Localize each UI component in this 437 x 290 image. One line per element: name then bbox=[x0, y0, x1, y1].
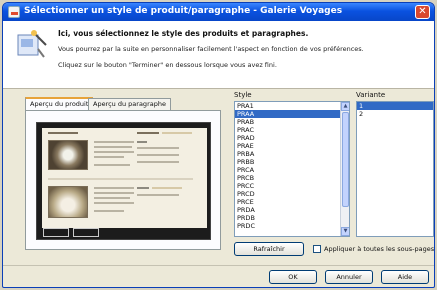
scroll-down-icon[interactable]: ▼ bbox=[341, 227, 349, 236]
style-list-item[interactable]: PRAB bbox=[235, 118, 349, 126]
style-list-item[interactable]: PRAD bbox=[235, 134, 349, 142]
variant-label: Variante bbox=[356, 91, 386, 99]
style-list-item[interactable]: PRBA bbox=[235, 150, 349, 158]
intro-line-1: Vous pourrez par la suite en personnalis… bbox=[58, 45, 364, 53]
style-scrollbar[interactable]: ▲ ▼ bbox=[340, 102, 349, 236]
tab-apercu-produit[interactable]: Aperçu du produit bbox=[25, 97, 94, 110]
variant-list-item[interactable]: 1 bbox=[357, 102, 433, 110]
style-list-item[interactable]: PRCA bbox=[235, 166, 349, 174]
variant-list-item[interactable]: 2 bbox=[357, 110, 433, 118]
apply-subpages-label: Appliquer à toutes les sous-pages bbox=[324, 245, 435, 253]
intro-title: Ici, vous sélectionnez le style des prod… bbox=[58, 29, 309, 38]
apply-subpages-checkbox[interactable] bbox=[313, 245, 321, 253]
variant-items: 12 bbox=[357, 102, 433, 118]
preview-panel bbox=[25, 110, 221, 250]
dialog-window: Sélectionner un style de produit/paragra… bbox=[2, 2, 435, 288]
style-list-item[interactable]: PRCB bbox=[235, 174, 349, 182]
refresh-button[interactable]: Rafraîchir bbox=[234, 242, 304, 256]
style-list-item[interactable]: PRCC bbox=[235, 182, 349, 190]
style-list-item[interactable]: PRBB bbox=[235, 158, 349, 166]
window-title: Sélectionner un style de produit/paragra… bbox=[24, 6, 343, 16]
style-list-item[interactable]: PRCE bbox=[235, 198, 349, 206]
footer-separator bbox=[3, 265, 434, 266]
style-list-item[interactable]: PRDC bbox=[235, 222, 349, 230]
style-items: PRA1 PRAA PRAB PRAC PRAD PRAE PRBA PRBB PRCA PRCB… bbox=[235, 102, 349, 230]
tab-apercu-paragraphe[interactable]: Aperçu du paragraphe bbox=[88, 98, 171, 110]
style-list-item[interactable]: PRA1 bbox=[235, 102, 349, 110]
wizard-icon bbox=[17, 30, 47, 58]
style-list-item[interactable]: PRCD bbox=[235, 190, 349, 198]
style-listbox[interactable]: PRA1 PRAA PRAB PRAC PRAD PRAE PRBA PRBB PRCA PRCB… bbox=[234, 101, 350, 237]
close-button[interactable]: ✕ bbox=[415, 5, 430, 19]
app-icon bbox=[8, 6, 20, 18]
cancel-button[interactable]: Annuler bbox=[325, 270, 373, 284]
preview-page bbox=[42, 128, 207, 228]
scroll-thumb[interactable] bbox=[342, 112, 349, 207]
wizard-header: Ici, vous sélectionnez le style des prod… bbox=[3, 21, 434, 89]
style-label: Style bbox=[234, 91, 252, 99]
variant-listbox[interactable]: 12 bbox=[356, 101, 434, 237]
ok-button[interactable]: OK bbox=[269, 270, 317, 284]
style-list-item[interactable]: PRDB bbox=[235, 214, 349, 222]
style-list-item[interactable]: PRDA bbox=[235, 206, 349, 214]
intro-line-2: Cliquez sur le bouton "Terminer" en dess… bbox=[58, 61, 277, 69]
product-preview-image bbox=[36, 122, 211, 240]
style-list-item[interactable]: PRAA bbox=[235, 110, 349, 118]
scroll-up-icon[interactable]: ▲ bbox=[341, 102, 349, 111]
preview-footer-icons bbox=[43, 228, 103, 238]
style-list-item[interactable]: PRAE bbox=[235, 142, 349, 150]
help-button[interactable]: Aide bbox=[381, 270, 429, 284]
title-bar[interactable]: Sélectionner un style de produit/paragra… bbox=[3, 3, 434, 21]
style-list-item[interactable]: PRAC bbox=[235, 126, 349, 134]
